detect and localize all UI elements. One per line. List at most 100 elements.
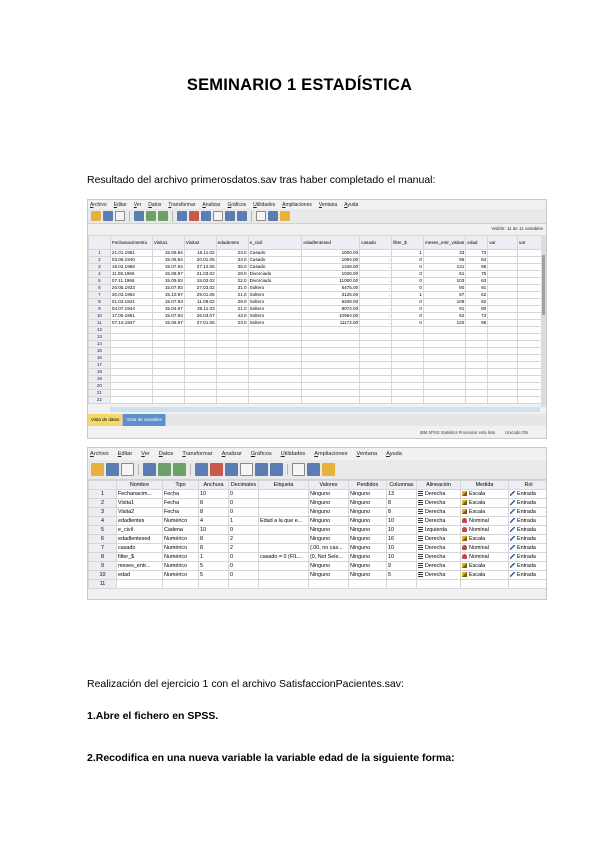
empty-cell[interactable]	[301, 396, 361, 404]
empty-cell[interactable]	[151, 375, 185, 383]
empty-cell[interactable]	[487, 389, 519, 397]
variable-cell[interactable]: filter_$	[116, 552, 163, 562]
empty-cell[interactable]	[359, 326, 393, 334]
empty-cell[interactable]	[301, 333, 361, 341]
data-cell[interactable]: 73	[465, 312, 489, 320]
data-cell[interactable]: 80	[465, 305, 489, 313]
empty-cell[interactable]	[258, 579, 309, 589]
empty-cell[interactable]	[109, 340, 153, 348]
data-cell[interactable]: 0	[391, 312, 424, 320]
empty-cell[interactable]	[151, 326, 185, 334]
empty-cell[interactable]	[517, 270, 543, 278]
data-cell[interactable]: 21.0	[215, 305, 249, 313]
empty-cell[interactable]	[301, 368, 361, 376]
data-cell[interactable]: 07.11.1966	[109, 277, 153, 285]
variable-cell[interactable]	[258, 525, 309, 535]
data-cell[interactable]: 1026.00	[301, 270, 361, 278]
empty-cell[interactable]	[247, 375, 303, 383]
empty-cell[interactable]	[359, 382, 393, 390]
data-cell[interactable]: 15.03.02	[183, 277, 217, 285]
empty-cell[interactable]	[422, 333, 467, 341]
data-cell[interactable]: 1346.00	[301, 263, 361, 271]
empty-cell[interactable]	[359, 333, 393, 341]
data-cell[interactable]: 11.05.1966	[109, 270, 153, 278]
variable-cell[interactable]: 8	[386, 498, 417, 508]
empty-cell[interactable]	[151, 354, 185, 362]
data-cell[interactable]: 11172.00	[301, 319, 361, 327]
empty-cell[interactable]	[487, 277, 519, 285]
empty-cell[interactable]	[301, 326, 361, 334]
data-cell[interactable]: Soltero	[247, 312, 303, 320]
data-cell[interactable]: 01.03.1941	[109, 298, 153, 306]
data-cell[interactable]: 84	[465, 256, 489, 264]
empty-cell[interactable]	[215, 368, 249, 376]
empty-cell[interactable]	[215, 382, 249, 390]
data-cell[interactable]: 16.11.02	[183, 249, 217, 257]
empty-cell[interactable]	[422, 340, 467, 348]
empty-cell[interactable]	[460, 579, 509, 589]
variable-cell[interactable]: 0	[228, 570, 259, 580]
variable-cell[interactable]: Numérico	[162, 516, 199, 526]
variable-cell[interactable]: casado	[116, 543, 163, 553]
empty-cell[interactable]	[465, 333, 489, 341]
column-header[interactable]	[88, 480, 117, 490]
data-cell[interactable]: .	[359, 291, 393, 299]
data-cell[interactable]: 21.0	[215, 291, 249, 299]
variable-cell[interactable]: 8	[198, 507, 229, 517]
variable-cell[interactable]: Numérico	[162, 561, 199, 571]
empty-cell[interactable]	[109, 389, 153, 397]
variable-cell[interactable]: 5	[198, 570, 229, 580]
variable-cell[interactable]: 2	[228, 543, 259, 553]
data-cell[interactable]: .	[359, 249, 393, 257]
data-cell[interactable]: 8074.00	[301, 305, 361, 313]
variable-cell[interactable]: Nominal	[460, 525, 509, 535]
data-cell[interactable]: 26.11.03	[183, 305, 217, 313]
data-cell[interactable]: 30.03.1962	[109, 291, 153, 299]
empty-cell[interactable]	[109, 354, 153, 362]
data-cell[interactable]: 20.05.1933	[109, 284, 153, 292]
variable-cell[interactable]: Derecha	[416, 570, 461, 580]
column-header[interactable]: Valores	[308, 480, 349, 490]
data-cell[interactable]: .	[359, 319, 393, 327]
data-cell[interactable]: 0	[391, 284, 424, 292]
empty-cell[interactable]	[487, 305, 519, 313]
data-cell[interactable]: 91	[465, 284, 489, 292]
menu-item-7[interactable]: Utilidades	[281, 451, 306, 457]
empty-cell[interactable]	[301, 347, 361, 355]
column-header[interactable]: FechanacimIento	[109, 235, 153, 250]
empty-cell[interactable]	[359, 375, 393, 383]
data-cell[interactable]: Soltero	[247, 298, 303, 306]
data-cell[interactable]: Casado	[247, 256, 303, 264]
variable-cell[interactable]: 10	[198, 525, 229, 535]
variable-cell[interactable]: 4	[198, 516, 229, 526]
empty-cell[interactable]	[391, 361, 424, 369]
variable-cell[interactable]	[258, 561, 309, 571]
empty-cell[interactable]	[487, 361, 519, 369]
empty-cell[interactable]	[487, 382, 519, 390]
column-header[interactable]: Decimales	[228, 480, 259, 490]
empty-cell[interactable]	[517, 382, 543, 390]
data-cell[interactable]: 75	[465, 270, 489, 278]
variable-cell[interactable]: Ninguno	[348, 552, 387, 562]
variable-cell[interactable]: 0	[228, 498, 259, 508]
empty-cell[interactable]	[465, 396, 489, 404]
empty-cell[interactable]	[151, 333, 185, 341]
data-cell[interactable]: 22.0	[215, 277, 249, 285]
empty-cell[interactable]	[386, 579, 417, 589]
menu-item-1[interactable]: Editar	[118, 451, 133, 457]
data-cell[interactable]: 04.07.1944	[109, 305, 153, 313]
empty-cell[interactable]	[517, 319, 543, 327]
variable-cell[interactable]: 8	[198, 498, 229, 508]
variable-cell[interactable]	[258, 507, 309, 517]
data-cell[interactable]: 03.08.1940	[109, 256, 153, 264]
variable-cell[interactable]: Escala	[460, 489, 509, 499]
empty-cell[interactable]	[228, 579, 259, 589]
data-cell[interactable]: 29.0	[215, 270, 249, 278]
column-header[interactable]: Rol	[508, 480, 546, 490]
empty-cell[interactable]	[109, 347, 153, 355]
menu-item-9[interactable]: Ventana	[319, 202, 337, 208]
empty-cell[interactable]	[359, 340, 393, 348]
variable-cell[interactable]: {0, Not Sele...	[308, 552, 349, 562]
empty-cell[interactable]	[517, 333, 543, 341]
variable-cell[interactable]: 1	[228, 516, 259, 526]
